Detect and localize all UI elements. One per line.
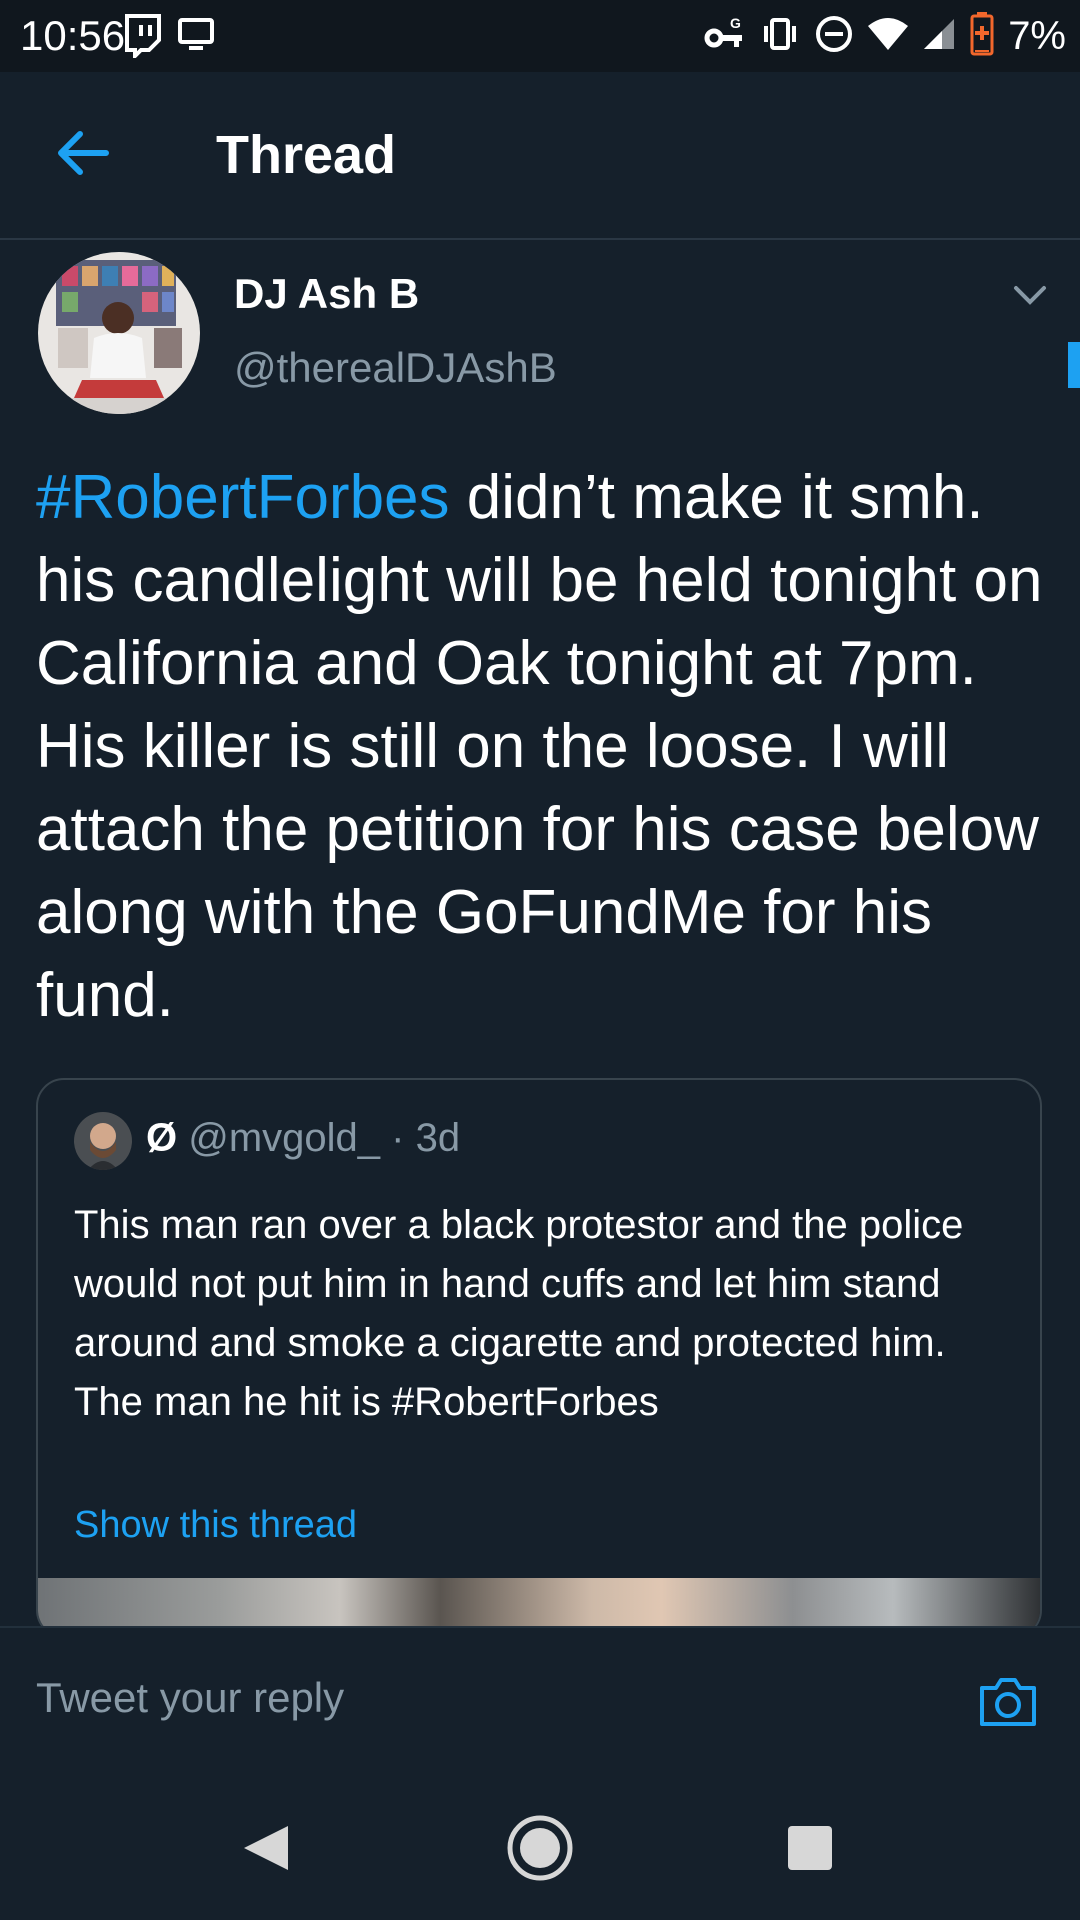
- tweet-body: didn’t make it smh. his candlelight will…: [36, 463, 1043, 1030]
- scroll-indicator: [1068, 342, 1080, 388]
- nav-back-button[interactable]: [228, 1808, 308, 1888]
- vibrate-icon: [760, 14, 800, 59]
- quoted-tweet-text: This man ran over a black protestor and …: [74, 1203, 964, 1424]
- tweet-text: #RobertForbes didn’t make it smh. his ca…: [36, 456, 1056, 1037]
- triangle-back-icon: [244, 1826, 288, 1870]
- wifi-icon: [868, 16, 909, 57]
- camera-button[interactable]: [976, 1670, 1040, 1734]
- signal-icon: [922, 17, 956, 56]
- square-recents-icon: [788, 1826, 832, 1870]
- hashtag-link[interactable]: #RobertForbes: [36, 463, 450, 532]
- author-name[interactable]: DJ Ash B: [234, 270, 419, 318]
- reply-input[interactable]: [36, 1658, 926, 1738]
- twitch-icon: [124, 14, 162, 63]
- battery-percent: 7%: [1008, 13, 1066, 58]
- author-handle[interactable]: @therealDJAshB: [234, 344, 557, 392]
- back-button[interactable]: [48, 118, 118, 188]
- page-title: Thread: [216, 125, 397, 185]
- chevron-down-icon: [1014, 286, 1046, 305]
- arrow-left-icon: [58, 131, 109, 175]
- cast-screen-icon: [178, 18, 214, 57]
- quoted-avatar[interactable]: [74, 1112, 132, 1170]
- app-bar: Thread: [0, 72, 1080, 240]
- tweet-options-button[interactable]: [1010, 280, 1050, 310]
- nav-home-button[interactable]: [500, 1808, 580, 1888]
- vpn-key-icon: G: [704, 14, 746, 59]
- quoted-author-handle[interactable]: @mvgold_: [188, 1116, 380, 1160]
- battery-icon: [970, 11, 994, 61]
- svg-text:G: G: [730, 15, 741, 31]
- status-bar: 10:56 G 7%: [0, 0, 1080, 72]
- do-not-disturb-icon: [814, 14, 854, 59]
- home-circle-icon: [507, 1815, 573, 1881]
- camera-icon: [980, 1678, 1036, 1726]
- avatar[interactable]: [38, 252, 200, 414]
- nav-recents-button[interactable]: [770, 1808, 850, 1888]
- quoted-author-name[interactable]: Ø: [146, 1116, 177, 1160]
- status-icons: G 7%: [704, 10, 1066, 62]
- quoted-header: Ø @mvgold_ · 3d: [146, 1116, 460, 1161]
- quoted-timestamp: 3d: [415, 1116, 461, 1160]
- quoted-tweet-card[interactable]: Ø @mvgold_ · 3d This man ran over a blac…: [36, 1078, 1042, 1638]
- separator-dot: ·: [380, 1116, 416, 1160]
- reply-composer: [0, 1626, 1080, 1761]
- status-time: 10:56: [20, 12, 126, 59]
- system-nav-bar: [0, 1758, 1080, 1920]
- show-thread-link[interactable]: Show this thread: [74, 1504, 357, 1547]
